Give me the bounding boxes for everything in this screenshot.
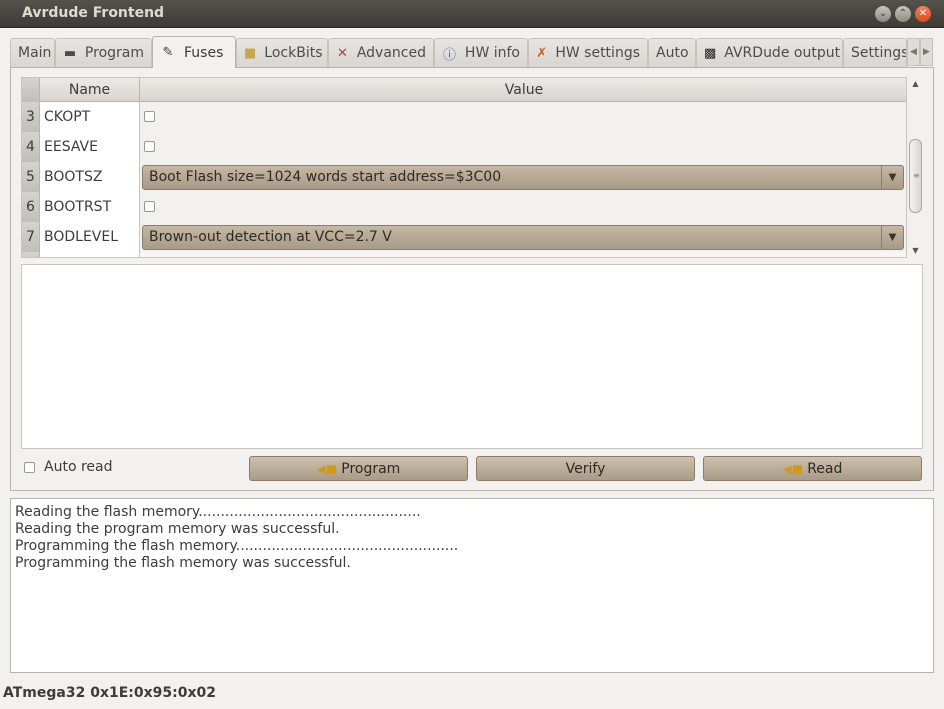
log-line: Reading the flash memory................…: [15, 504, 421, 520]
fuse-name: BOOTRST: [40, 192, 140, 222]
tab-auto[interactable]: Auto: [648, 38, 696, 67]
tab-lockbits[interactable]: ■ LockBits: [236, 38, 328, 67]
program-button-label: Program: [341, 460, 401, 477]
tab-program[interactable]: ▬ Program: [55, 38, 152, 67]
bootsz-select[interactable]: Boot Flash size=1024 words start address…: [142, 165, 904, 190]
bodlevel-value: Brown-out detection at VCC=2.7 V: [149, 229, 392, 245]
tab-fuses[interactable]: ✎ Fuses: [152, 36, 236, 68]
eesave-checkbox[interactable]: [144, 141, 155, 152]
row-number-partial: [22, 252, 40, 257]
table-row: 7 BODLEVEL Brown-out detection at VCC=2.…: [22, 222, 906, 252]
table-row: 6 BOOTRST: [22, 192, 906, 222]
lock-icon: ■: [244, 45, 257, 61]
title-bar: Avrdude Frontend ⌄ ⌃ ✕: [0, 0, 944, 28]
verify-button-label: Verify: [565, 460, 606, 477]
tab-hw-info[interactable]: ⓘ HW info: [434, 38, 528, 67]
verify-button[interactable]: Verify: [476, 456, 695, 481]
tab-bar: Main ▬ Program ✎ Fuses ■ LockBits ✕ Adva…: [10, 36, 934, 68]
tab-hw-settings-label: HW settings: [555, 45, 640, 61]
chevron-down-icon: ▼: [881, 226, 903, 249]
grid-scrollbar[interactable]: ▲ ≡ ▼: [909, 77, 922, 258]
tab-settings-label: Settings: [851, 45, 907, 61]
tab-advanced-label: Advanced: [356, 45, 426, 61]
fuse-description-area: [21, 264, 923, 449]
column-header-name[interactable]: Name: [40, 78, 140, 102]
table-row: 3 CKOPT: [22, 102, 906, 132]
fuse-name: BODLEVEL: [40, 222, 140, 252]
info-icon: ⓘ: [442, 47, 456, 63]
window-title: Avrdude Frontend: [22, 5, 165, 21]
tab-scroll-left-icon[interactable]: ◀: [907, 38, 920, 66]
log-line: Programming the flash memory............…: [15, 538, 459, 554]
read-button[interactable]: ◀■ Read: [703, 456, 922, 481]
tab-scroll-right-icon[interactable]: ▶: [920, 38, 933, 66]
log-line: Programming the flash memory was success…: [15, 555, 351, 571]
row-number: 7: [22, 222, 40, 252]
wrench-icon: ✎: [162, 45, 174, 60]
auto-read-label: Auto read: [44, 459, 113, 475]
auto-read-option[interactable]: Auto read: [24, 459, 112, 475]
program-icon: ◀■: [316, 461, 338, 476]
tab-fuses-label: Fuses: [184, 44, 224, 61]
fuse-name-partial: [40, 252, 140, 257]
scrollbar-thumb[interactable]: ≡: [909, 139, 922, 213]
scroll-up-icon[interactable]: ▲: [909, 79, 922, 91]
chevron-down-icon: ▼: [881, 166, 903, 189]
tab-avrdude-output[interactable]: ▩ AVRDude output: [696, 38, 843, 67]
tab-auto-label: Auto: [656, 45, 689, 61]
tab-settings[interactable]: Settings: [843, 38, 907, 67]
bootrst-checkbox[interactable]: [144, 201, 155, 212]
maximize-icon[interactable]: ⌃: [895, 6, 911, 22]
tab-hw-settings[interactable]: ✗ HW settings: [528, 38, 648, 67]
ckopt-checkbox[interactable]: [144, 111, 155, 122]
read-icon: ◀■: [782, 461, 804, 476]
tools-icon: ✗: [536, 45, 548, 61]
fuse-name: EESAVE: [40, 132, 140, 162]
program-button[interactable]: ◀■ Program: [249, 456, 468, 481]
fuse-name: BOOTSZ: [40, 162, 140, 192]
bootsz-value: Boot Flash size=1024 words start address…: [149, 169, 502, 185]
scroll-down-icon[interactable]: ▼: [909, 246, 922, 258]
close-icon[interactable]: ✕: [915, 6, 931, 22]
fuse-name: CKOPT: [40, 102, 140, 132]
tab-hw-info-label: HW info: [464, 45, 520, 61]
table-row: 4 EESAVE: [22, 132, 906, 162]
tab-lockbits-label: LockBits: [264, 45, 323, 61]
table-row-partial: [22, 252, 906, 257]
tab-main[interactable]: Main: [10, 38, 55, 67]
row-number: 5: [22, 162, 40, 192]
grid-header: Name Value: [22, 78, 906, 102]
bodlevel-select[interactable]: Brown-out detection at VCC=2.7 V ▼: [142, 225, 904, 250]
read-button-label: Read: [807, 460, 843, 477]
advanced-icon: ✕: [336, 45, 348, 61]
status-bar-text: ATmega32 0x1E:0x95:0x02: [3, 685, 216, 701]
auto-read-checkbox[interactable]: [24, 461, 35, 473]
row-number: 3: [22, 102, 40, 132]
row-number: 4: [22, 132, 40, 162]
tab-advanced[interactable]: ✕ Advanced: [328, 38, 434, 67]
grid-corner: [22, 78, 40, 102]
table-row: 5 BOOTSZ Boot Flash size=1024 words star…: [22, 162, 906, 192]
tab-program-label: Program: [84, 45, 144, 61]
terminal-icon: ▩: [704, 45, 717, 61]
tab-avrdude-output-label: AVRDude output: [724, 45, 841, 61]
tab-main-label: Main: [18, 45, 52, 61]
row-number: 6: [22, 192, 40, 222]
fuses-grid: Name Value 3 CKOPT 4 EESAVE 5 BOOTSZ Boo…: [21, 77, 907, 258]
log-line: Reading the program memory was successfu…: [15, 521, 340, 537]
output-log[interactable]: Reading the flash memory................…: [10, 498, 934, 673]
chip-icon: ▬: [63, 45, 77, 61]
minimize-icon[interactable]: ⌄: [875, 6, 891, 22]
column-header-value[interactable]: Value: [140, 78, 906, 102]
